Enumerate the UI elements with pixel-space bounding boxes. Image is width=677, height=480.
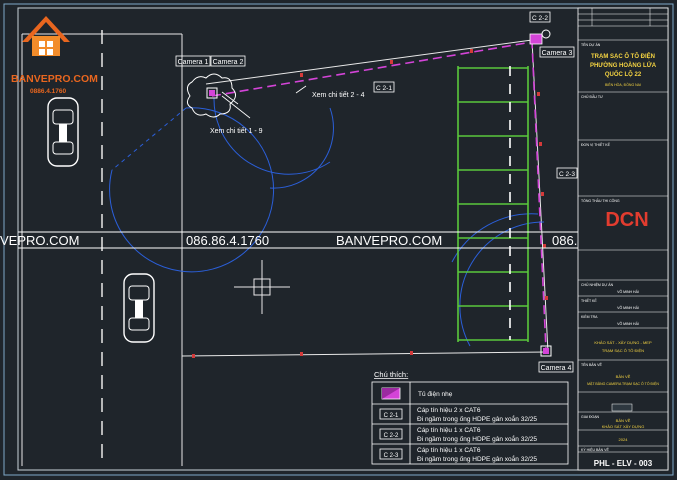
drawing-label: TÊN BẢN VẼ (581, 362, 602, 367)
stage-2: KHẢO SÁT XÂY DỰNG (602, 424, 645, 429)
camera-1-label: Camera 1 (178, 59, 209, 66)
stage-label: GIAI ĐOẠN (581, 415, 600, 419)
stamp-box (611, 403, 633, 412)
drawing-name-2: MẶT BẰNG CAMERA TRẠM SẠC Ô TÔ ĐIỆN (587, 381, 659, 386)
legend-line2: Đi ngầm trong ống HDPE gân xoắn 32/25 (417, 434, 537, 443)
watermark-site-mid: BANVEPRO.COM (336, 233, 442, 248)
checker-name: VÕ MINH HẢI (617, 321, 639, 326)
detail-note-1-9: Xem chi tiết 1 - 9 (210, 126, 263, 135)
category-1: KHẢO SÁT - XÂY DỰNG - MEP (594, 340, 652, 345)
cable-tag-top: C 2-2 (532, 15, 548, 22)
contractor-label: TỔNG THẦU THI CÔNG (581, 198, 620, 203)
legend-code: C 2-2 (384, 433, 399, 439)
legend-line1: Cáp tín hiệu 2 x CAT6 (417, 407, 481, 414)
project-name-3: QUỐC LỘ 22 (605, 70, 642, 78)
legend-line1: Cáp tín hiệu 1 x CAT6 (417, 427, 481, 434)
sheet-label: KÝ HIỆU BẢN VẼ (581, 447, 609, 452)
cad-drawing: Camera 1 Camera 2 Camera 3 Camera 4 C 2-… (0, 0, 677, 480)
checker-label: KIỂM TRA (581, 314, 598, 319)
company-logo: DCN (605, 209, 648, 231)
project-name-2: PHƯỜNG HOÀNG LỬA (590, 61, 657, 69)
camera-3-label: Camera 3 (542, 50, 573, 57)
approver-label: CHỦ NHIỆM DỰ ÁN (581, 282, 614, 287)
project-sub: BIÊN HÒA, ĐỒNG NAI (605, 82, 641, 87)
logo-phone: 0886.4.1760 (30, 88, 67, 95)
project-label: TÊN DỰ ÁN (581, 42, 601, 47)
cable-tag-mid: C 2-1 (376, 85, 392, 92)
legend-line1: Cáp tín hiệu 1 x CAT6 (417, 447, 481, 454)
logo-brand: BANVEPRO.COM (11, 73, 98, 85)
cable-tag-right: C 2-3 (559, 171, 575, 178)
legend: Chú thích: Tủ điện nhẹ C 2-1 Cáp tín hiệ… (371, 370, 569, 465)
legend-line2: Đi ngầm trong ống HDPE gân xoắn 32/25 (417, 454, 537, 463)
legend-cabinet-label: Tủ điện nhẹ (418, 390, 453, 398)
legend-code: C 2-1 (384, 413, 399, 419)
year: 2024 (619, 437, 629, 442)
watermark-phone-mid: 086.86.4.1760 (186, 233, 269, 248)
stage-1: BẢN VẼ (616, 418, 631, 423)
designer2-label: THIẾT KẾ (581, 298, 597, 303)
investor-label: CHỦ ĐẦU TƯ (581, 94, 603, 99)
legend-code: C 2-3 (384, 453, 399, 459)
designer-label: ĐƠN VỊ THIẾT KẾ (581, 142, 611, 147)
detail-note-2-4: Xem chi tiết 2 - 4 (312, 90, 365, 99)
category-2: TRẠM SẠC Ô TÔ ĐIỆN (602, 348, 644, 353)
title-block: TÊN DỰ ÁN TRẠM SẠC Ô TÔ ĐIỆN PHƯỜNG HOÀN… (577, 7, 669, 471)
project-name-1: TRẠM SẠC Ô TÔ ĐIỆN (591, 52, 655, 60)
designer2-name: VÕ MINH HẢI (617, 305, 639, 310)
approver-name: VÕ MINH HẢI (617, 289, 639, 294)
legend-line2: Đi ngầm trong ống HDPE gân xoắn 32/25 (417, 414, 537, 423)
watermark-site-left: VEPRO.COM (0, 233, 79, 248)
sheet-code: PHL - ELV - 003 (594, 459, 653, 468)
camera-4-label: Camera 4 (541, 365, 572, 372)
legend-title: Chú thích: (374, 370, 408, 379)
drawing-name-1: BẢN VẼ (616, 374, 631, 379)
camera-2-label: Camera 2 (213, 59, 244, 66)
